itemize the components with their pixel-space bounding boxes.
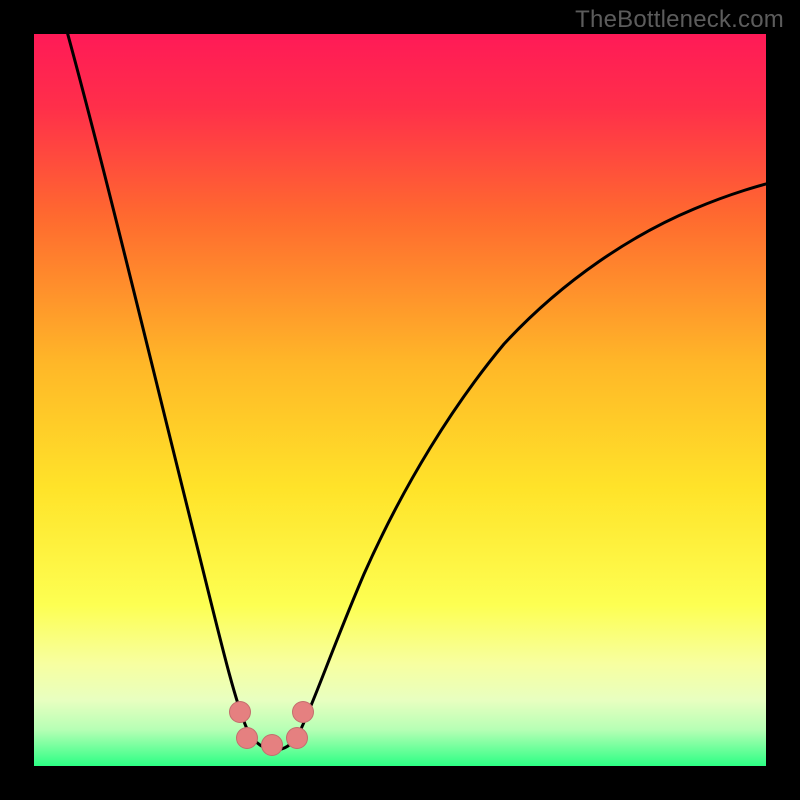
- data-marker: [286, 727, 308, 749]
- watermark-text: TheBottleneck.com: [575, 6, 784, 34]
- plot-area: [34, 34, 766, 766]
- data-marker: [236, 727, 258, 749]
- chart-frame: TheBottleneck.com: [0, 0, 800, 800]
- data-marker: [261, 734, 283, 756]
- data-marker: [229, 701, 251, 723]
- bottleneck-curve: [34, 34, 766, 766]
- data-marker: [292, 701, 314, 723]
